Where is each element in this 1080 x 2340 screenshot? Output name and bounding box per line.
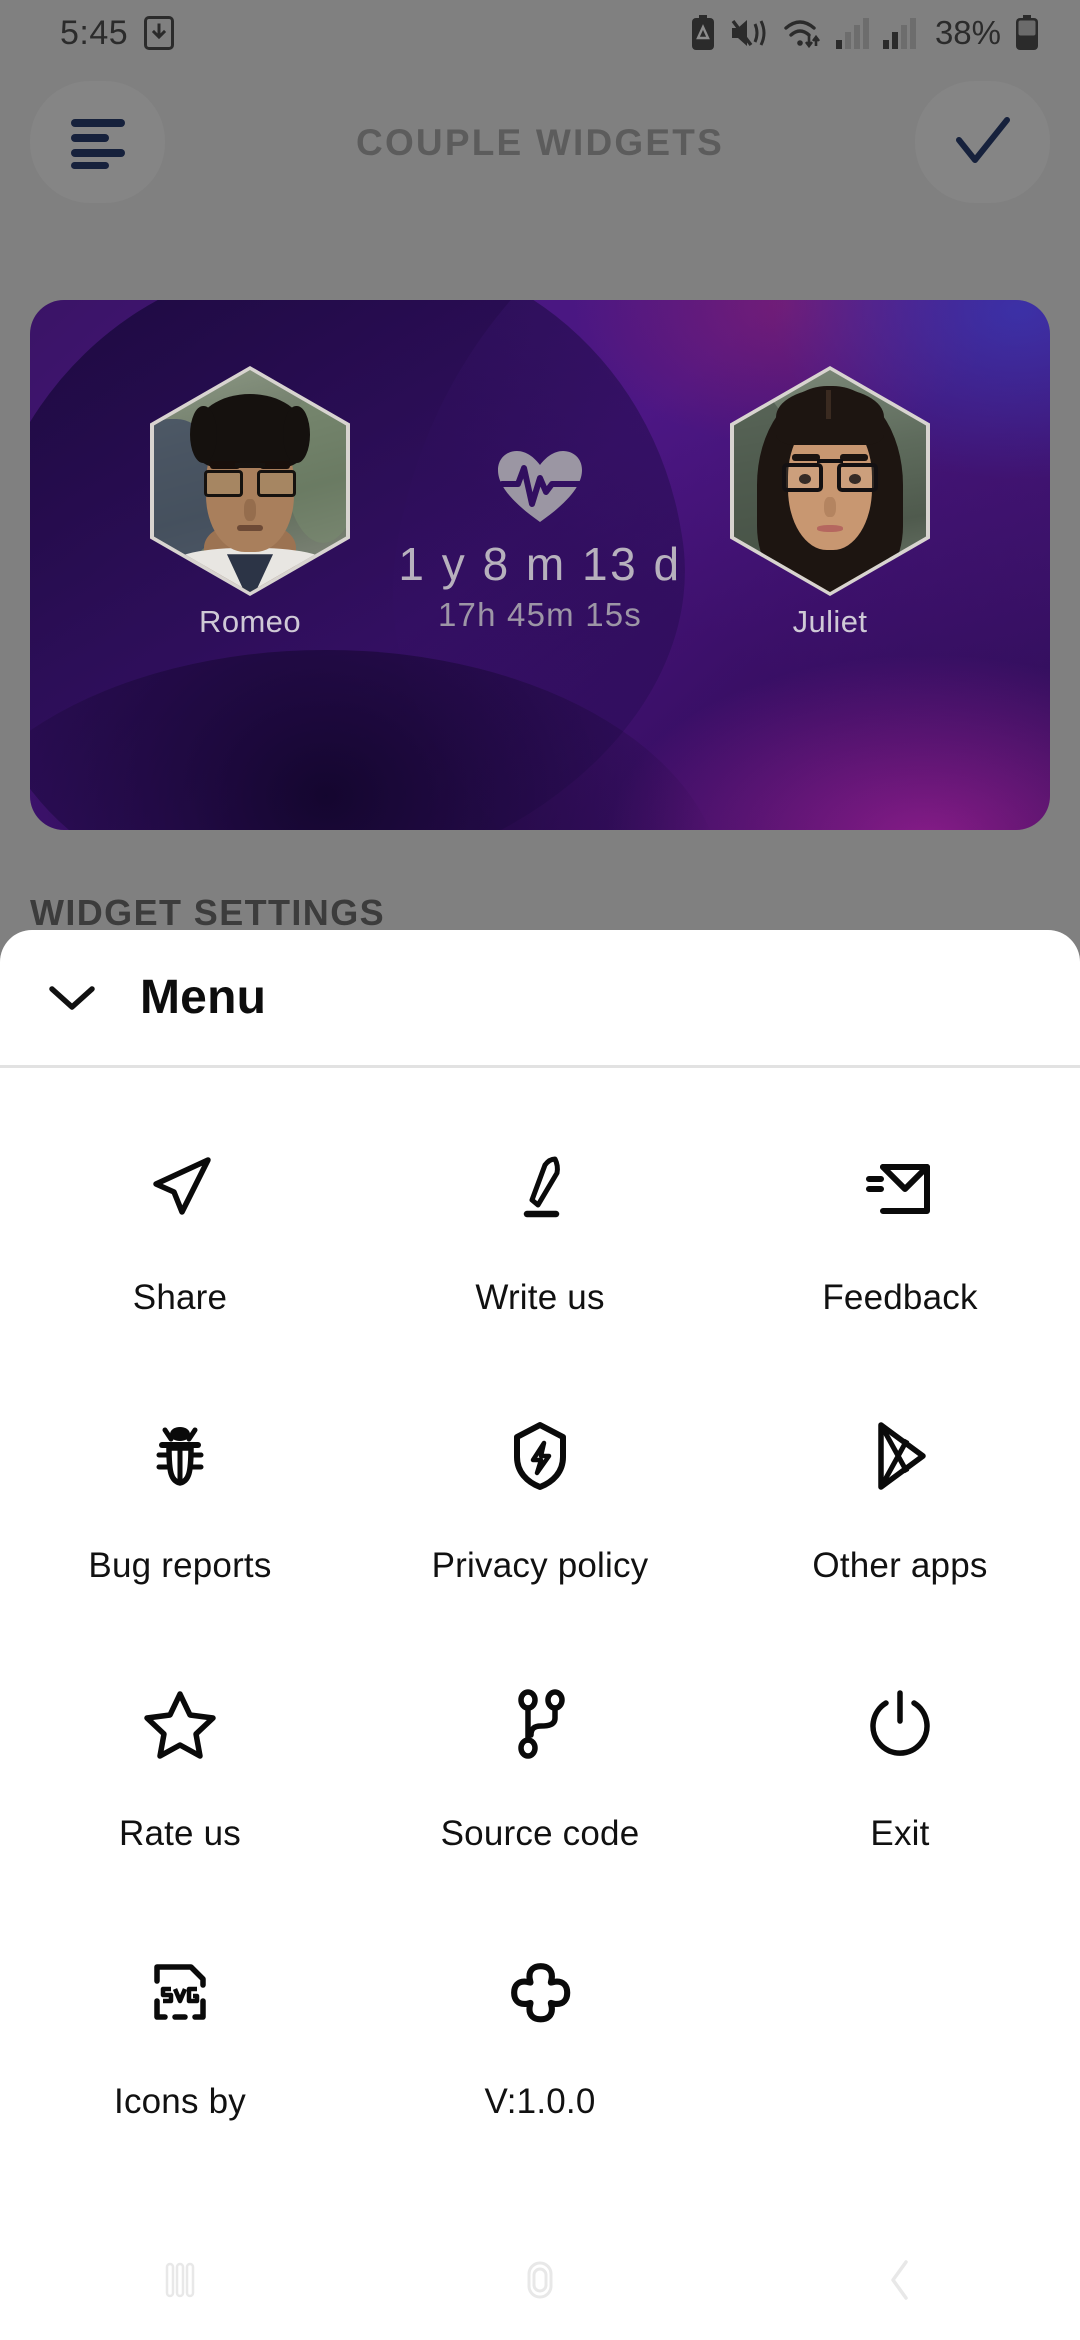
menu-item-other-apps[interactable]: Other apps	[720, 1388, 1080, 1656]
battery-percent-label: 38%	[934, 14, 1001, 51]
menu-item-label: Write us	[475, 1278, 605, 1317]
menu-item-source-code[interactable]: Source code	[360, 1656, 720, 1924]
menu-item-label: Feedback	[822, 1278, 978, 1317]
menu-item-bug-reports[interactable]: Bug reports	[0, 1388, 360, 1656]
star-icon	[141, 1676, 219, 1772]
recents-button[interactable]	[110, 2220, 250, 2340]
menu-sheet-header[interactable]: Menu	[0, 930, 1080, 1065]
menu-sheet-title: Menu	[140, 971, 267, 1024]
battery-saver-icon	[691, 15, 714, 50]
menu-item-feedback[interactable]: Feedback	[720, 1120, 1080, 1388]
chevron-down-icon[interactable]	[48, 983, 96, 1013]
status-bar: 5:45 38%	[0, 0, 1080, 66]
couple-widget-card[interactable]: Romeo 1 y 8 m 13 d 17h 45m 15s Juliet	[30, 300, 1050, 830]
mail-send-icon	[861, 1140, 939, 1236]
menu-item-label: Source code	[440, 1814, 640, 1853]
menu-item-privacy-policy[interactable]: Privacy policy	[360, 1388, 720, 1656]
check-icon	[955, 117, 1010, 163]
menu-bottom-sheet: Menu Share Write us Feedback Bug reports…	[0, 930, 1080, 2340]
section-heading-widget-settings: WIDGET SETTINGS	[30, 892, 386, 933]
menu-item-write-us[interactable]: Write us	[360, 1120, 720, 1388]
menu-item-label: Exit	[870, 1814, 930, 1853]
duration-main-label: 1 y 8 m 13 d	[398, 538, 682, 590]
confirm-button[interactable]	[915, 81, 1050, 203]
play-store-icon	[861, 1408, 939, 1504]
menu-item-label: V:1.0.0	[484, 2082, 596, 2121]
menu-item-label: Privacy policy	[431, 1546, 649, 1585]
status-icons-group: 38%	[690, 14, 1040, 52]
bug-icon	[141, 1408, 219, 1504]
avatar-hexagon-frame	[730, 366, 930, 596]
shield-bolt-icon	[501, 1408, 579, 1504]
download-icon	[144, 16, 175, 50]
send-icon	[141, 1140, 219, 1236]
avatar-right[interactable]: Juliet	[730, 366, 930, 639]
signal-sim1-icon	[835, 18, 869, 49]
duration-sub-label: 17h 45m 15s	[438, 595, 642, 633]
git-branch-icon	[501, 1676, 579, 1772]
home-icon	[527, 2261, 553, 2299]
battery-icon	[1016, 15, 1038, 50]
avatar-name-right: Juliet	[792, 604, 868, 639]
menu-item-exit[interactable]: Exit	[720, 1656, 1080, 1924]
signal-sim2-icon	[882, 18, 916, 49]
menu-item-icons-by[interactable]: Icons by	[0, 1924, 360, 2192]
avatar-photo-right	[734, 370, 926, 592]
status-clock: 5:45	[60, 13, 129, 52]
heart-pulse-icon	[498, 451, 582, 522]
back-button[interactable]	[830, 2220, 970, 2340]
menu-item-share[interactable]: Share	[0, 1120, 360, 1388]
recents-icon	[165, 2262, 195, 2298]
pencil-icon	[501, 1140, 579, 1236]
power-icon	[861, 1676, 939, 1772]
wifi-icon	[784, 20, 820, 49]
back-icon	[891, 2260, 908, 2300]
menu-item-label: Bug reports	[88, 1546, 272, 1585]
menu-item-label: Share	[132, 1278, 228, 1317]
menu-item-version[interactable]: V:1.0.0	[360, 1924, 720, 2192]
android-nav-bar	[0, 2220, 1080, 2340]
menu-grid: Share Write us Feedback Bug reports Priv…	[0, 1068, 1080, 2192]
menu-item-label: Other apps	[812, 1546, 988, 1585]
menu-item-label: Rate us	[118, 1814, 242, 1853]
svg-file-icon	[141, 1944, 219, 2040]
home-button[interactable]	[470, 2220, 610, 2340]
app-top-bar: COUPLE WIDGETS	[0, 75, 1080, 210]
mute-vibrate-icon	[731, 19, 766, 47]
menu-item-label: Icons by	[114, 2082, 246, 2121]
menu-item-rate-us[interactable]: Rate us	[0, 1656, 360, 1924]
duration-display: 1 y 8 m 13 d 17h 45m 15s	[310, 448, 770, 634]
puzzle-piece-icon	[501, 1944, 579, 2040]
